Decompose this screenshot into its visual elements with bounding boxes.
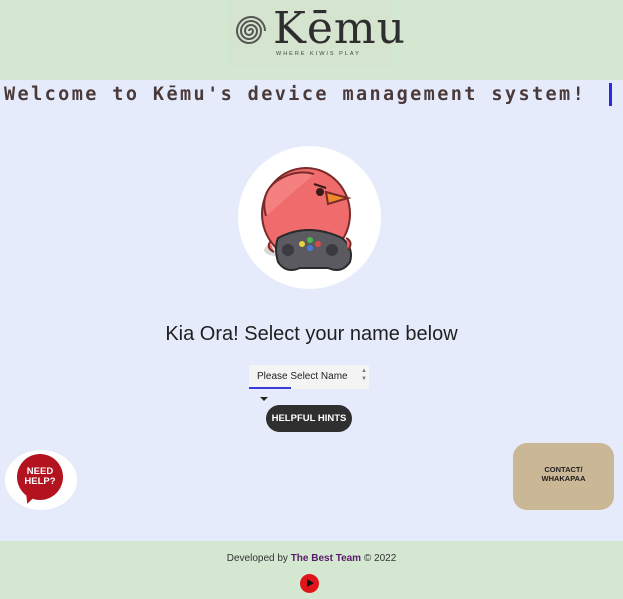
team-link[interactable]: The Best Team [291, 553, 361, 564]
name-select-placeholder: Please Select Name [257, 371, 348, 382]
header: Kēmu WHERE KIWIS PLAY [0, 0, 623, 80]
contact-button[interactable]: CONTACT/ WHAKAPAA [513, 443, 614, 510]
select-underline [249, 387, 291, 389]
play-icon[interactable] [300, 574, 319, 593]
contact-line2: WHAKAPAA [541, 474, 586, 483]
select-scroll-arrows[interactable]: ▲ ▼ [359, 367, 369, 387]
name-select-button[interactable]: Please Select Name [249, 365, 357, 401]
credit-prefix: Developed by [226, 553, 291, 564]
logo-wordmark: Kēmu [273, 3, 406, 54]
greeting-heading: Kia Ora! Select your name below [165, 323, 458, 345]
caret-down-icon [260, 397, 268, 401]
name-select[interactable]: Please Select Name ▲ ▼ [249, 365, 369, 401]
contact-line1: CONTACT/ [544, 465, 583, 474]
spiral-icon [235, 16, 266, 44]
welcome-heading: Welcome to Kēmu's device management syst… [4, 84, 587, 105]
mascot-avatar [238, 146, 381, 289]
need-help-line2: HELP? [24, 476, 56, 487]
footer: Developed by The Best Team © 2022 [0, 541, 623, 599]
kiwi-bird-gamer-icon [261, 167, 352, 271]
helpful-hints-button[interactable]: HELPFUL HINTS [266, 405, 352, 432]
footer-credit: Developed by The Best Team © 2022 [0, 553, 623, 564]
logo-tagline: WHERE KIWIS PLAY [276, 51, 361, 57]
logo[interactable]: Kēmu WHERE KIWIS PLAY [229, 0, 405, 66]
need-help-button[interactable]: NEED HELP? [5, 450, 77, 510]
need-help-badge: NEED HELP? [17, 454, 63, 500]
typing-cursor [609, 83, 612, 106]
credit-suffix: © 2022 [361, 553, 397, 564]
